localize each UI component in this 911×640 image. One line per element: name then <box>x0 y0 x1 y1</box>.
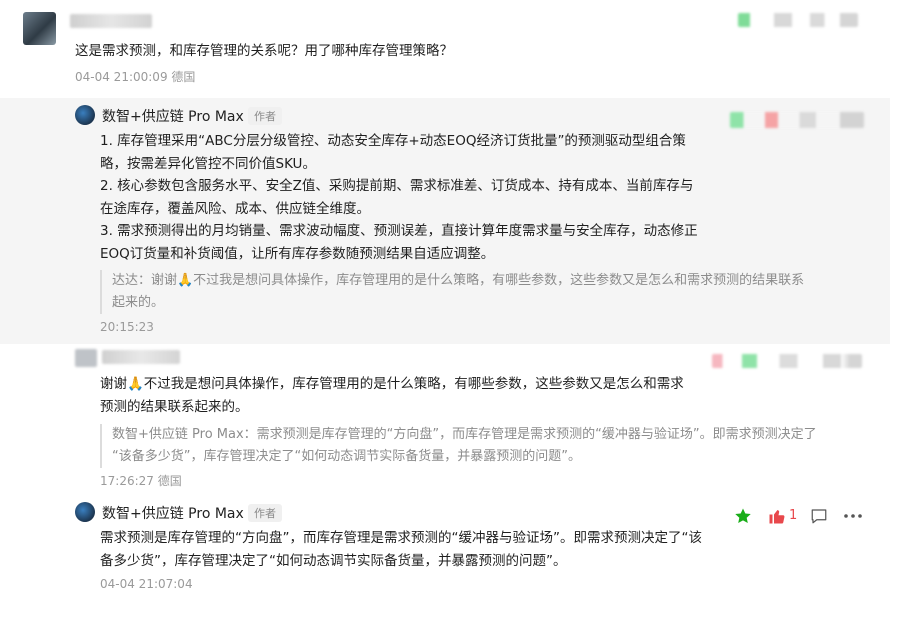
comment-meta: 04-04 21:00:09 德国 <box>75 70 196 84</box>
comment-icon[interactable] <box>809 506 829 526</box>
author-badge: 作者 <box>248 107 282 125</box>
reply-meta: 04-04 21:07:04 <box>100 577 193 591</box>
star-icon[interactable] <box>733 506 753 526</box>
like-count: 1 <box>789 508 798 523</box>
username-blurred[interactable] <box>102 350 180 364</box>
more-icon[interactable] <box>842 506 864 526</box>
quoted-comment[interactable]: 达达：谢谢🙏不过我是想问具体操作，库存管理用的是什么策略，有哪些参数，这些参数又… <box>100 270 882 314</box>
action-icons-blurred[interactable] <box>712 354 862 368</box>
author-avatar[interactable] <box>75 105 95 125</box>
quote-line: 起来的。 <box>112 295 165 310</box>
avatar-blurred[interactable] <box>75 349 97 367</box>
quoted-comment[interactable]: 数智+供应链 Pro Max：需求预测是库存管理的“方向盘”，而库存管理是需求预… <box>100 424 882 468</box>
comment-text: 谢谢🙏不过我是想问具体操作，库存管理用的是什么策略，有哪些参数，这些参数又是怎么… <box>100 373 684 418</box>
reply-content: 需求预测是库存管理的“方向盘”，而库存管理是需求预测的“缓冲器与验证场”。即需求… <box>100 527 702 572</box>
comment-line: 谢谢🙏不过我是想问具体操作，库存管理用的是什么策略，有哪些参数，这些参数又是怎么… <box>100 376 684 392</box>
reply-line: 1. 库存管理采用“ABC分层分级管控、动态安全库存+动态EOQ经济订货批量”的… <box>100 133 686 149</box>
author-avatar[interactable] <box>75 502 95 522</box>
reply-line: EOQ订货量和补货阈值，让所有库存参数随预测结果自适应调整。 <box>100 245 495 262</box>
reply-line: 3. 需求预测得出的月均销量、需求波动幅度、预测误差，直接计算年度需求量与安全库… <box>100 223 698 239</box>
action-icons-blurred[interactable] <box>738 13 858 27</box>
quote-line: “该备多少货”，库存管理决定了“如何动态调节实际备货量，并暴露预测的问题”。 <box>112 449 581 464</box>
author-name[interactable]: 数智+供应链 Pro Max <box>102 503 244 523</box>
thumbs-up-icon[interactable] <box>767 506 787 526</box>
reply-line: 在途库存，覆盖风险、成本、供应链全维度。 <box>100 200 370 217</box>
quote-line: 达达：谢谢🙏不过我是想问具体操作，库存管理用的是什么策略，有哪些参数，这些参数又… <box>112 273 805 288</box>
comment-meta: 17:26:27 德国 <box>100 474 182 488</box>
reply-content: 1. 库存管理采用“ABC分层分级管控、动态安全库存+动态EOQ经济订货批量”的… <box>100 130 698 265</box>
username-blurred[interactable] <box>70 14 152 28</box>
action-icons-blurred[interactable] <box>730 112 864 128</box>
reply-line: 2. 核心参数包含服务水平、安全Z值、采购提前期、需求标准差、订货成本、持有成本… <box>100 178 694 194</box>
author-badge: 作者 <box>248 504 282 522</box>
comment-line: 预测的结果联系起来的。 <box>100 398 249 415</box>
reply-meta: 20:15:23 <box>100 320 154 334</box>
avatar[interactable] <box>23 12 56 45</box>
comment-text: 这是需求预测，和库存管理的关系呢？用了哪种库存管理策略？ <box>75 43 453 59</box>
reply-line: 备多少货”，库存管理决定了“如何动态调节实际备货量，并暴露预测的问题”。 <box>100 552 567 569</box>
reply-line: 需求预测是库存管理的“方向盘”，而库存管理是需求预测的“缓冲器与验证场”。即需求… <box>100 530 702 546</box>
quote-line: 数智+供应链 Pro Max：需求预测是库存管理的“方向盘”，而库存管理是需求预… <box>112 427 817 442</box>
author-name[interactable]: 数智+供应链 Pro Max <box>102 106 244 126</box>
reply-line: 略，按需差异化管控不同价值SKU。 <box>100 155 316 172</box>
